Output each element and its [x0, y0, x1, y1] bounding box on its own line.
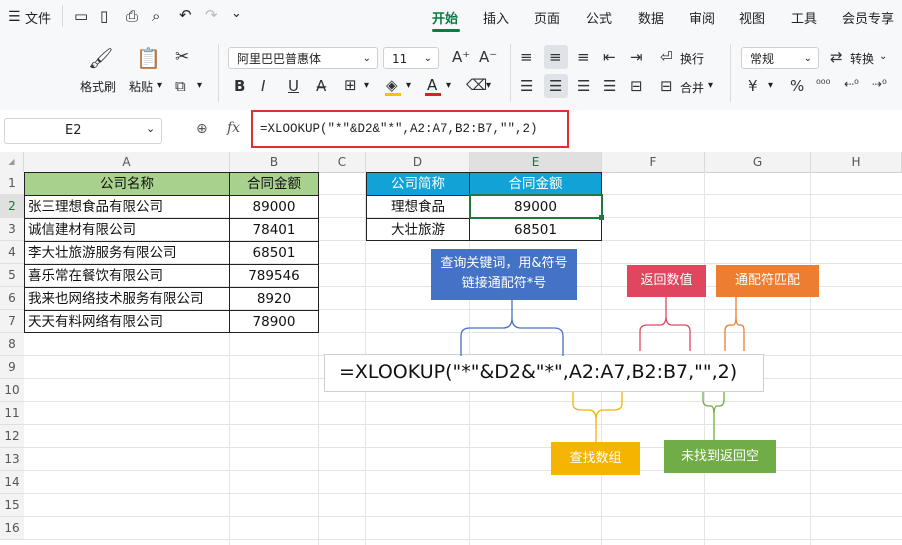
callout-brace-connectors — [460, 297, 745, 442]
